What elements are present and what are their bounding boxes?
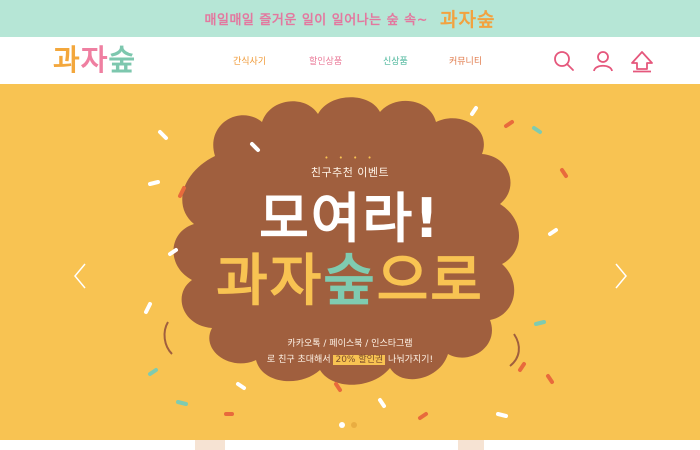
sub-line-2-pre: 로 친구 초대해서: [266, 355, 334, 365]
nav-snacks[interactable]: 간식사기: [233, 54, 266, 68]
search-button[interactable]: [552, 49, 576, 73]
content-below-hero: [0, 440, 700, 450]
logo-char-1: 과: [53, 43, 81, 77]
hero-sub-line-1: 카카오톡 / 페이스북 / 인스타그램: [287, 339, 413, 349]
chevron-left-icon: [74, 263, 86, 289]
nav-sale[interactable]: 할인상품: [309, 54, 342, 68]
next-section-peek-left: [195, 440, 225, 450]
home-icon: [631, 51, 653, 73]
next-section-peek-right: [458, 440, 484, 450]
promo-banner[interactable]: 매일매일 즐거운 일이 일어나는 숲 속~ 과자숲: [0, 0, 700, 37]
user-button[interactable]: [591, 49, 615, 73]
nav-community[interactable]: 커뮤니티: [449, 54, 482, 68]
logo-char-2: 자: [80, 43, 109, 77]
event-eyebrow: 친구추천 이벤트: [310, 166, 390, 179]
headline-part-1: 과자: [216, 249, 324, 314]
headline-accent: 숲: [323, 249, 377, 314]
slide-pager: [339, 422, 357, 428]
eyebrow-dots: • • • •: [324, 154, 376, 162]
next-slide-button[interactable]: [613, 262, 629, 290]
slide-dot-1[interactable]: [339, 422, 345, 428]
slide-dot-2[interactable]: [351, 422, 357, 428]
prev-slide-button[interactable]: [72, 262, 88, 290]
promo-logo: 과자숲: [439, 9, 496, 31]
chevron-right-icon: [615, 263, 627, 289]
site-logo[interactable]: 과자숲: [53, 43, 136, 77]
site-header: 과자숲 간식사기 할인상품 신상품 커뮤니티: [0, 37, 700, 84]
search-icon: [554, 51, 574, 71]
user-icon: [593, 51, 613, 72]
hero-slider: • • • • 친구추천 이벤트 모여라! 과자숲으로 카카오톡 / 페이스북 …: [0, 84, 700, 440]
hero-sub-line-2: 로 친구 초대해서 20% 할인권 나눠가지기!: [0, 352, 700, 365]
sub-line-2-post: 나눠가지기!: [385, 355, 434, 365]
logo-char-3: 숲: [108, 43, 137, 77]
hero-headline-2: 과자숲으로: [0, 250, 700, 314]
hero-headline-1: 모여라!: [259, 187, 441, 250]
headline-part-2: 으로: [376, 249, 484, 314]
nav-new[interactable]: 신상품: [383, 54, 408, 68]
coupon-highlight: 20% 할인권: [333, 355, 386, 365]
home-button[interactable]: [630, 49, 654, 73]
promo-text: 매일매일 즐거운 일이 일어나는 숲 속~: [204, 13, 428, 28]
